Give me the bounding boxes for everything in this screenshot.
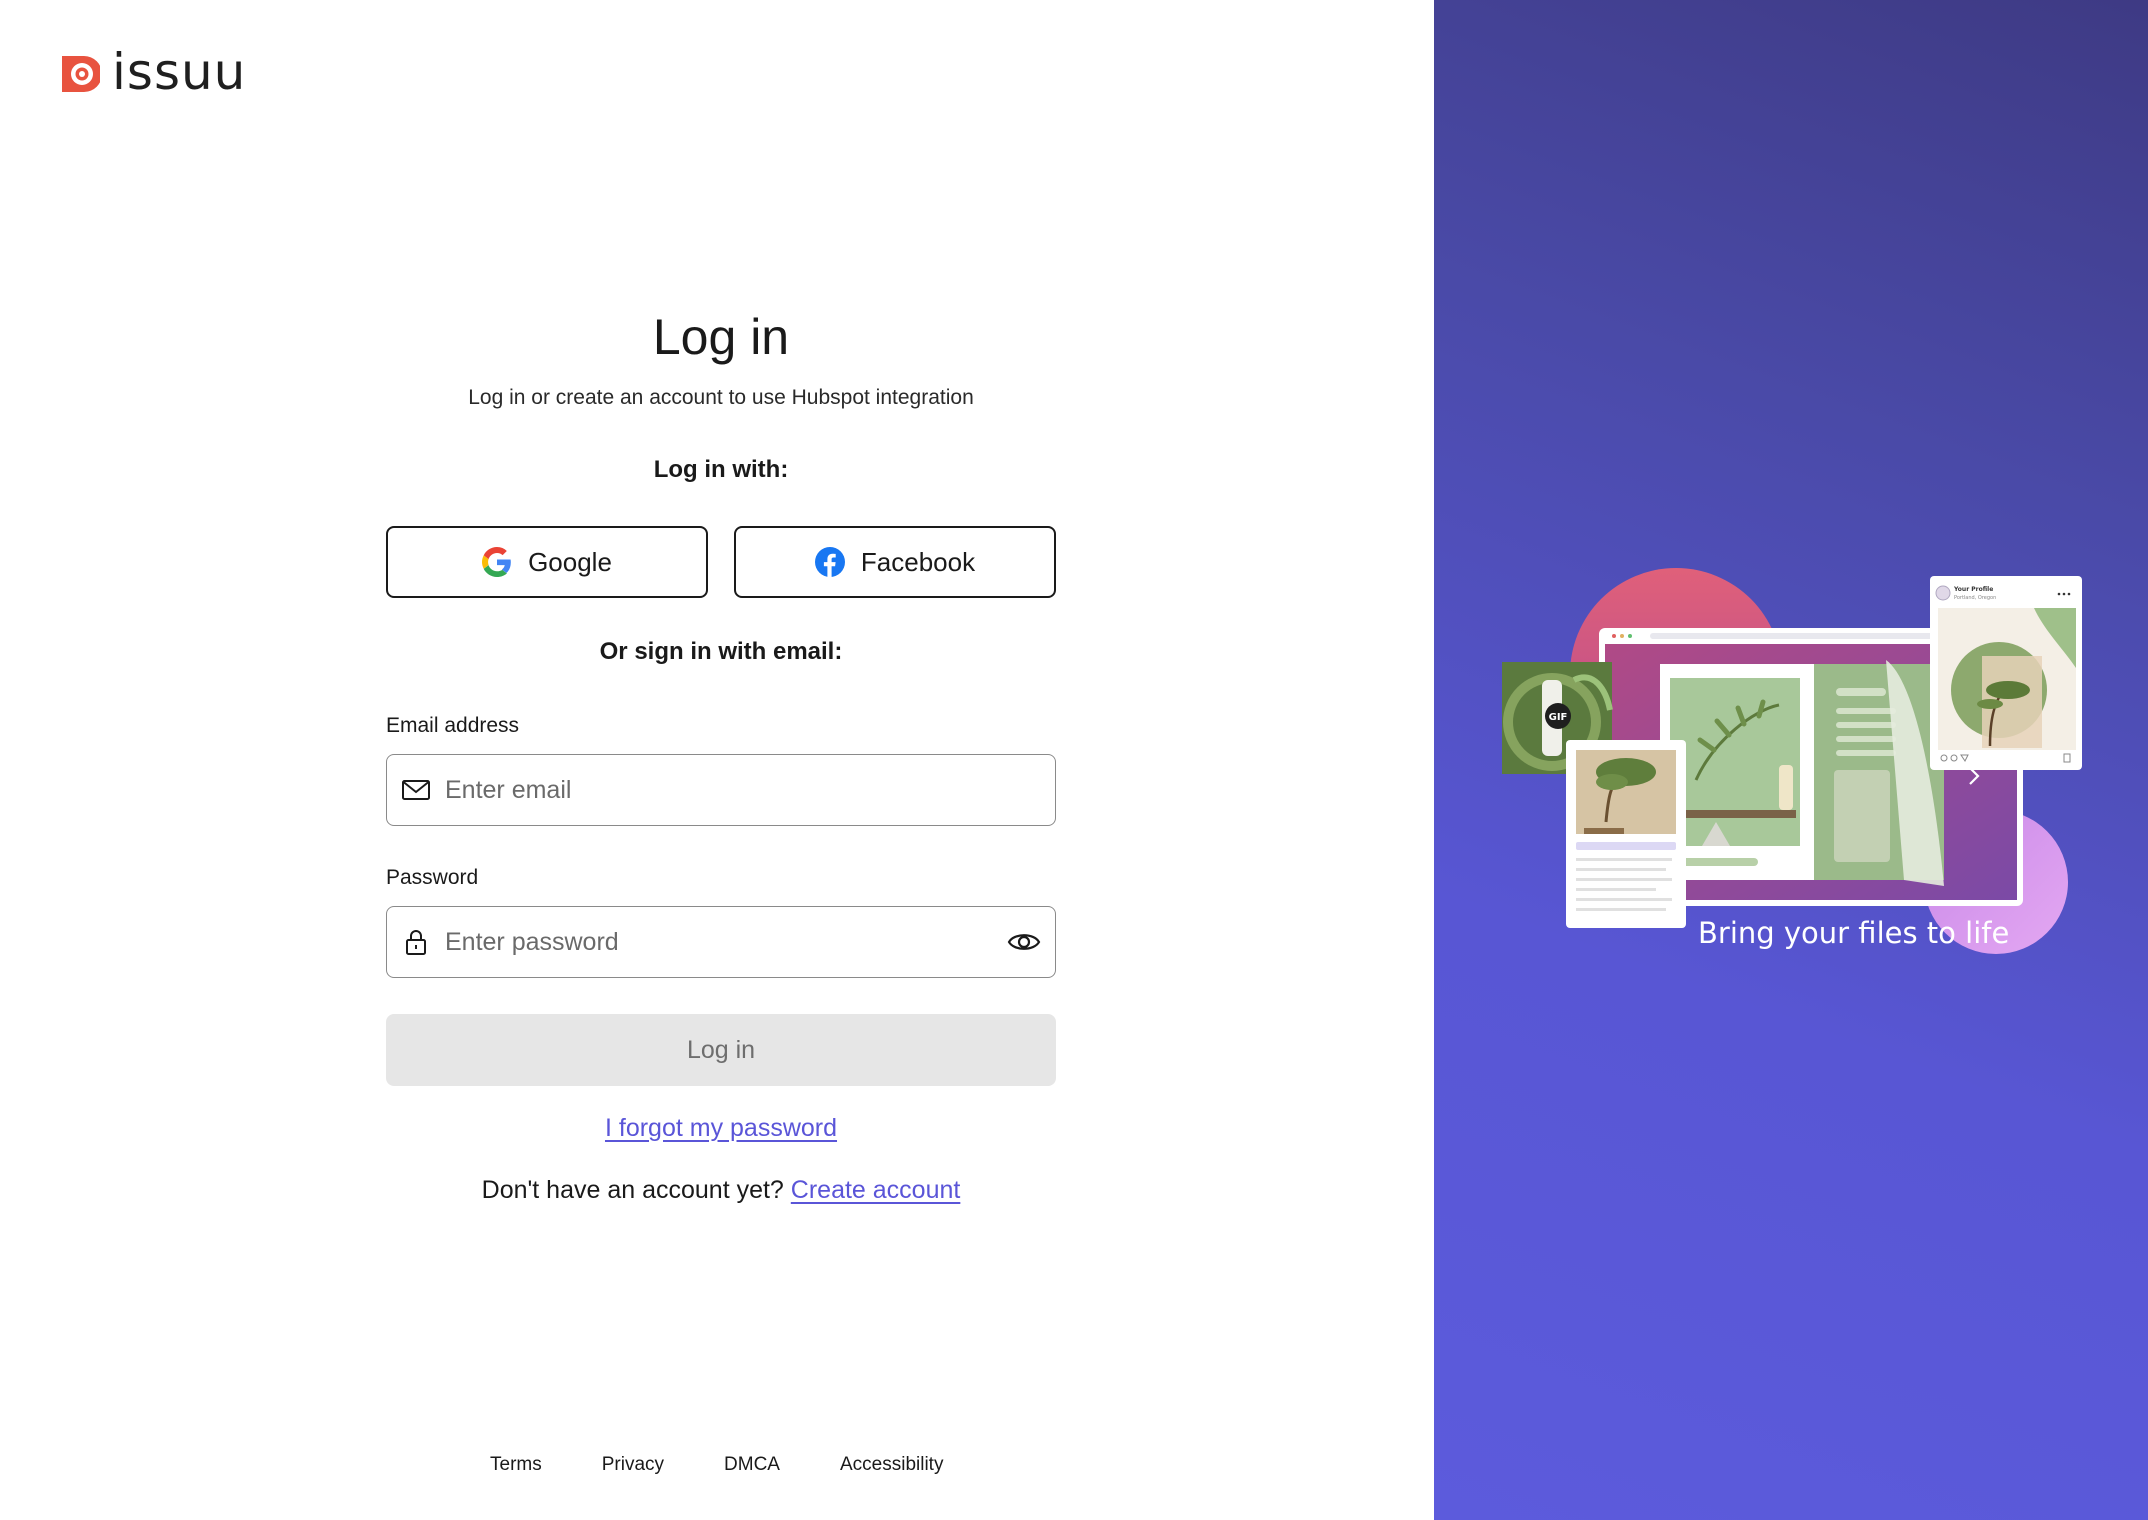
issuu-logo-icon xyxy=(62,56,100,92)
email-field-wrapper xyxy=(386,754,1056,826)
forgot-password-link[interactable]: I forgot my password xyxy=(605,1114,837,1142)
article-card-shape xyxy=(1566,740,1686,928)
profile-card-shape: Your Profile Portland, Oregon xyxy=(1930,576,2082,770)
footer-link-privacy[interactable]: Privacy xyxy=(602,1454,664,1476)
password-field-wrapper xyxy=(386,906,1056,978)
lock-icon xyxy=(401,927,431,957)
signup-row: Don't have an account yet? Create accoun… xyxy=(386,1176,1056,1205)
gif-badge-text: GIF xyxy=(1549,712,1568,723)
login-panel: issuu Log in Log in or create an account… xyxy=(0,0,1434,1520)
google-login-button[interactable]: Google xyxy=(386,526,708,598)
email-label: Email address xyxy=(386,714,520,737)
promo-panel: GIF Your Profile Portland, Oregon Bring … xyxy=(1434,0,2148,1520)
password-input[interactable] xyxy=(445,927,1007,957)
promo-tagline: Bring your files to life xyxy=(1698,916,2010,950)
signup-prompt: Don't have an account yet? xyxy=(481,1176,784,1204)
facebook-login-button[interactable]: Facebook xyxy=(734,526,1056,598)
page-title: Log in xyxy=(652,309,790,365)
page-subtitle: Log in or create an account to use Hubsp… xyxy=(468,386,974,409)
issuu-logo[interactable]: issuu xyxy=(56,43,247,101)
profile-card-subtitle: Portland, Oregon xyxy=(1954,595,1996,601)
login-with-heading: Log in with: xyxy=(653,456,789,483)
login-submit-button[interactable]: Log in xyxy=(386,1014,1056,1086)
email-divider-heading: Or sign in with email: xyxy=(599,638,843,665)
google-button-label: Google xyxy=(528,546,612,577)
forgot-password-row: I forgot my password xyxy=(386,1114,1056,1143)
facebook-icon xyxy=(814,547,845,577)
email-input[interactable] xyxy=(445,775,1055,805)
password-label: Password xyxy=(386,866,479,889)
footer-link-dmca[interactable]: DMCA xyxy=(724,1454,780,1476)
profile-card-title: Your Profile xyxy=(1953,586,1993,593)
facebook-button-label: Facebook xyxy=(860,546,976,577)
envelope-icon xyxy=(401,775,431,805)
footer-links: Terms Privacy DMCA Accessibility xyxy=(490,1454,943,1476)
show-password-eye-icon[interactable] xyxy=(1007,925,1041,959)
footer-link-terms[interactable]: Terms xyxy=(490,1454,542,1476)
google-icon xyxy=(482,547,512,577)
logo-wordmark: issuu xyxy=(112,43,247,101)
create-account-link[interactable]: Create account xyxy=(791,1176,961,1204)
footer-link-accessibility[interactable]: Accessibility xyxy=(840,1454,943,1476)
